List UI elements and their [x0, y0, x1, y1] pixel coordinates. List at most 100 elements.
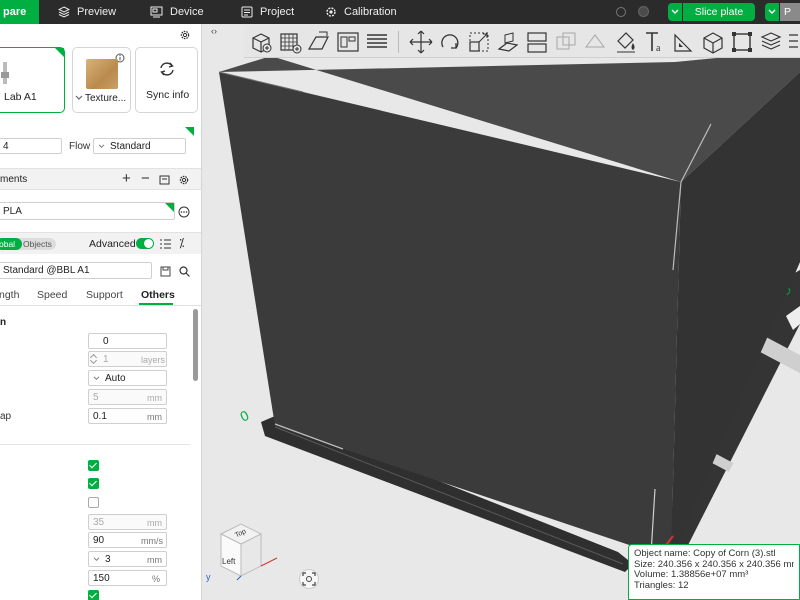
tab-calibration[interactable]: Calibration: [325, 0, 397, 24]
view-cube-left-label: Left: [222, 557, 236, 566]
sync-icon: [160, 62, 174, 76]
tab-speed[interactable]: Speed: [37, 289, 67, 301]
three-unit: mm: [147, 555, 162, 565]
scope-toggle[interactable]: obal Objects: [0, 238, 56, 250]
search-icon[interactable]: [179, 266, 190, 277]
cut-icon[interactable]: [524, 29, 550, 55]
move-icon[interactable]: [408, 29, 434, 55]
tab-project-label: Project: [260, 6, 295, 18]
settings-scrollbar[interactable]: [193, 309, 198, 381]
mesh-repair-icon[interactable]: [582, 29, 608, 55]
tab-others[interactable]: Others: [141, 289, 175, 301]
list-icon[interactable]: [160, 239, 171, 249]
section-corner-marker: [185, 127, 194, 136]
filaments-title: ments: [0, 174, 28, 185]
mm-unit: mm: [147, 393, 162, 403]
nozzle-diameter-value: 4: [3, 140, 9, 152]
grid-plate-icon[interactable]: [277, 29, 303, 55]
top-menu-bar: pare Preview Device Project Calibration …: [0, 0, 800, 24]
chevron-down-icon: [671, 9, 679, 14]
left-settings-panel: Lab A1 Texture... Sync info 4 Flow Stand…: [0, 24, 202, 600]
option-value-field-1[interactable]: 0: [88, 333, 167, 349]
layers-split-icon[interactable]: [364, 29, 390, 55]
tab-project[interactable]: Project: [241, 0, 294, 24]
assembly-view-icon[interactable]: [700, 29, 726, 55]
text-icon[interactable]: a: [642, 29, 668, 55]
remove-filament-button[interactable]: −: [141, 170, 150, 187]
paint-support-icon[interactable]: [613, 29, 639, 55]
print-dropdown[interactable]: [765, 3, 779, 21]
lay-on-face-icon[interactable]: [495, 29, 521, 55]
3d-viewport[interactable]: 0 S ‹›: [203, 24, 800, 600]
add-cube-icon[interactable]: [248, 29, 274, 55]
sync-info-button[interactable]: Sync info: [135, 47, 198, 113]
slice-plate-button[interactable]: Slice plate: [683, 3, 755, 21]
measure-icon[interactable]: [671, 29, 697, 55]
tab-preview-label: Preview: [77, 6, 117, 18]
print-plate-button[interactable]: P: [780, 3, 800, 21]
plate-card[interactable]: Texture...: [72, 47, 131, 113]
boolean-icon[interactable]: [553, 29, 579, 55]
add-filament-button[interactable]: +: [122, 170, 131, 187]
checkbox-4[interactable]: [88, 590, 99, 600]
zoom-fit-button[interactable]: [299, 569, 319, 589]
gear-icon[interactable]: [178, 174, 190, 186]
svg-text:a: a: [656, 43, 661, 54]
percent-unit: %: [152, 574, 161, 584]
filament-select-1[interactable]: PLA: [0, 202, 175, 220]
nozzle-diameter-field[interactable]: 4: [0, 138, 62, 154]
arrange-icon[interactable]: [335, 29, 361, 55]
tab-device[interactable]: Device: [150, 0, 204, 24]
rotate-icon[interactable]: [437, 29, 463, 55]
speed-value: 90: [93, 534, 105, 546]
printer-icon: [1, 62, 9, 84]
collapse-panel-button[interactable]: ‹›: [205, 26, 223, 40]
scale-icon[interactable]: [466, 29, 492, 55]
filament-name: PLA: [3, 205, 22, 217]
scope-global-button[interactable]: obal: [0, 238, 22, 250]
view-cube[interactable]: Top Left: [207, 520, 287, 582]
device-icon: [150, 6, 163, 18]
section-divider: [0, 444, 190, 445]
flow-label: Flow: [69, 141, 91, 152]
status-icon[interactable]: [616, 7, 626, 17]
tab-support[interactable]: Support: [86, 289, 123, 301]
more-tools-icon[interactable]: [787, 29, 800, 55]
layers-unit: layers: [141, 355, 166, 365]
checkbox-2[interactable]: [88, 478, 99, 489]
settings-tabs: ngth Speed Support Others: [0, 286, 201, 306]
gap-unit: mm: [147, 412, 162, 422]
bounding-box-icon[interactable]: [729, 29, 755, 55]
panel-settings-icon[interactable]: [178, 28, 192, 42]
tab-preview[interactable]: Preview: [58, 0, 116, 24]
gear-icon: [180, 30, 190, 40]
auto-select[interactable]: Auto: [88, 370, 167, 386]
tab-strength[interactable]: ngth: [0, 289, 19, 301]
slice-plate-label: Slice plate: [694, 6, 744, 18]
card-corner-marker: [55, 48, 64, 57]
section-title: n: [0, 317, 7, 328]
scope-objects-button[interactable]: Objects: [23, 238, 52, 250]
dim35-value: 35: [93, 516, 105, 528]
flow-select[interactable]: Standard: [93, 138, 186, 154]
stepper-icon[interactable]: [89, 352, 99, 366]
checkbox-3[interactable]: [88, 497, 99, 508]
advanced-toggle[interactable]: [136, 238, 154, 249]
checkbox-1[interactable]: [88, 460, 99, 471]
save-icon[interactable]: [160, 266, 171, 277]
printer-card[interactable]: Lab A1: [0, 47, 65, 113]
more-options-icon[interactable]: [178, 206, 190, 218]
auto-orient-icon[interactable]: [306, 29, 332, 55]
tab-calibration-label: Calibration: [344, 6, 397, 18]
process-preset-select[interactable]: Standard @BBL A1: [0, 262, 152, 279]
slice-view-icon[interactable]: [758, 29, 784, 55]
network-icon[interactable]: [638, 6, 649, 17]
object-size-line: Size: 240.356 x 240.356 x 240.356 mm: [634, 559, 794, 570]
app-window: pare Preview Device Project Calibration …: [0, 0, 800, 600]
percent-icon[interactable]: ⁒: [179, 236, 184, 250]
speed-unit: mm/s: [141, 536, 163, 546]
tab-prepare[interactable]: pare: [0, 0, 39, 24]
slice-plate-dropdown[interactable]: [668, 3, 682, 21]
gap-value: 0.1: [93, 410, 107, 422]
filament-sync-icon[interactable]: [159, 174, 171, 186]
